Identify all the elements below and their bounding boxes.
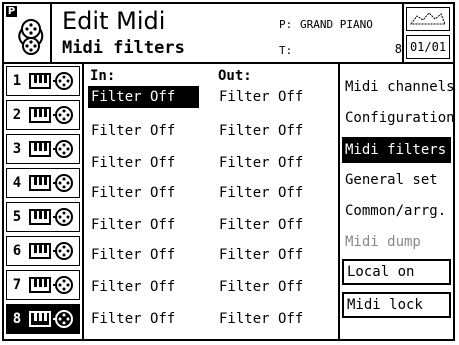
- filter-out-cell-5[interactable]: Filter Off: [216, 214, 319, 236]
- piano-icon: [29, 72, 51, 90]
- piano-icon: [29, 310, 51, 328]
- piano-icon: [29, 174, 51, 192]
- track-number: 2: [12, 107, 22, 123]
- piano-icon: [29, 140, 51, 158]
- midi-port-icon: [53, 206, 75, 228]
- track-number: 5: [12, 209, 22, 225]
- track-number: 8: [12, 311, 22, 327]
- track-label: T:: [279, 44, 293, 57]
- menu-item-midi-dump: Midi dump: [345, 234, 421, 250]
- track-number: 7: [12, 277, 22, 293]
- page-title: Edit Midi: [62, 7, 166, 35]
- filter-in-cell-7[interactable]: Filter Off: [88, 276, 199, 298]
- midi-port-icon: [53, 138, 75, 160]
- track-number: 6: [12, 243, 22, 259]
- midi-port-icon: [53, 70, 75, 92]
- track-value: 8: [394, 42, 402, 56]
- filter-out-cell-6[interactable]: Filter Off: [216, 244, 319, 266]
- piano-icon: [29, 242, 51, 260]
- header-right-panel: 01/01: [402, 4, 453, 62]
- side-menu: Midi channels Configuration Midi filters Ge…: [338, 62, 455, 339]
- out-column-header: Out:: [218, 68, 252, 84]
- filter-out-cell-3[interactable]: Filter Off: [216, 152, 319, 174]
- track-button-4[interactable]: 4: [6, 168, 80, 198]
- midi-connector-icon: [18, 19, 44, 55]
- filter-out-cell-4[interactable]: Filter Off: [216, 182, 319, 204]
- menu-item-midi-filters[interactable]: Midi filters: [342, 137, 451, 163]
- midi-port-icon: [53, 308, 75, 330]
- track-button-7[interactable]: 7: [6, 270, 80, 300]
- menu-item-general-set[interactable]: General set: [342, 167, 451, 193]
- midi-port-icon: [53, 240, 75, 262]
- track-button-2[interactable]: 2: [6, 100, 80, 130]
- filter-out-cell-1[interactable]: Filter Off: [216, 86, 319, 108]
- filter-out-cell-8[interactable]: Filter Off: [216, 308, 319, 330]
- logo-box: P: [4, 4, 52, 62]
- page-subtitle: Midi filters: [62, 38, 185, 58]
- piano-icon: [29, 106, 51, 124]
- track-number: 1: [12, 73, 22, 89]
- track-button-3[interactable]: 3: [6, 134, 80, 164]
- program-value: GRAND PIANO: [300, 18, 373, 31]
- filter-in-cell-5[interactable]: Filter Off: [88, 214, 199, 236]
- in-column-header: In:: [90, 68, 116, 84]
- track-number: 4: [12, 175, 22, 191]
- track-number: 3: [12, 141, 22, 157]
- program-label: P:: [279, 18, 293, 31]
- menu-item-common-arrg[interactable]: Common/arrg.: [342, 198, 451, 224]
- midi-port-icon: [53, 274, 75, 296]
- header-bar: P Edit Midi Midi filters P: GRAND PIANO …: [4, 4, 453, 64]
- filter-out-cell-7[interactable]: Filter Off: [216, 276, 319, 298]
- filter-in-cell-3[interactable]: Filter Off: [88, 152, 199, 174]
- menu-item-midi-channels[interactable]: Midi channels: [342, 74, 455, 100]
- track-button-1[interactable]: 1: [6, 66, 80, 96]
- filter-in-cell-6[interactable]: Filter Off: [88, 244, 199, 266]
- filter-out-cell-2[interactable]: Filter Off: [216, 120, 319, 142]
- track-button-5[interactable]: 5: [6, 202, 80, 232]
- midi-port-icon: [53, 172, 75, 194]
- filter-in-cell-8[interactable]: Filter Off: [88, 308, 199, 330]
- track-button-8[interactable]: 8: [6, 304, 80, 334]
- piano-icon: [29, 208, 51, 226]
- waveform-icon: [406, 7, 450, 31]
- menu-item-configuration[interactable]: Configuration: [342, 105, 455, 131]
- midi-port-icon: [53, 104, 75, 126]
- filter-in-cell-1[interactable]: Filter Off: [88, 86, 199, 108]
- track-button-6[interactable]: 6: [6, 236, 80, 266]
- filter-in-cell-4[interactable]: Filter Off: [88, 182, 199, 204]
- page-counter: 01/01: [406, 35, 450, 59]
- track-list: 1 2 3 4 5 6 7 8: [4, 62, 84, 339]
- midi-edit-screen: P Edit Midi Midi filters P: GRAND PIANO …: [2, 2, 455, 341]
- piano-icon: [29, 276, 51, 294]
- menu-item-local-on[interactable]: Local on: [342, 259, 451, 285]
- menu-item-midi-lock[interactable]: Midi lock: [342, 292, 451, 318]
- filter-in-cell-2[interactable]: Filter Off: [88, 120, 199, 142]
